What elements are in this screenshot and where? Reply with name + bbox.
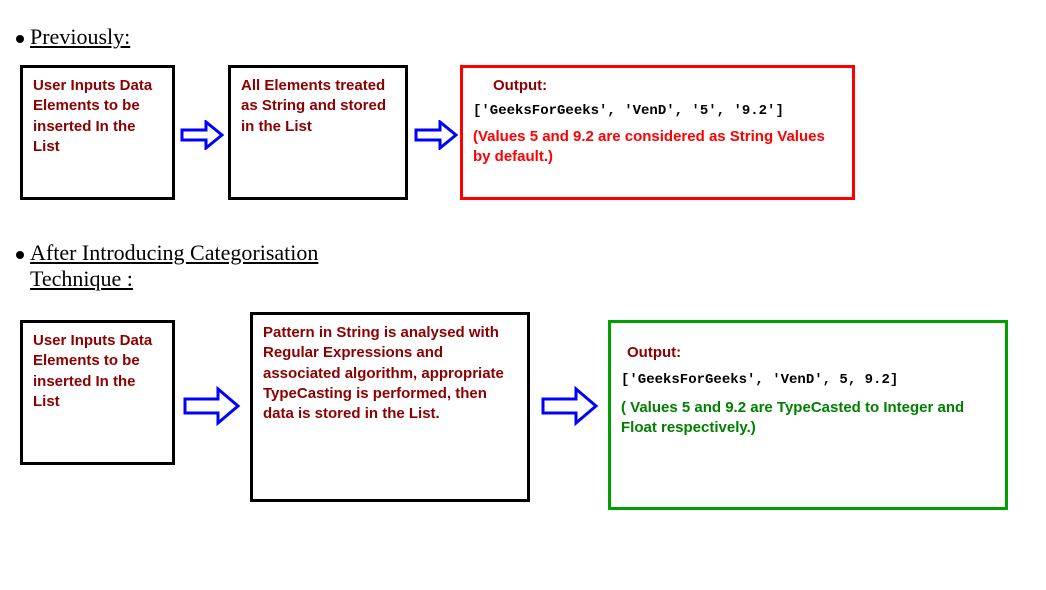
arrow-icon [182, 386, 242, 426]
s1-box-input-text: User Inputs Data Elements to be inserted… [33, 77, 152, 155]
s2-box-input-text: User Inputs Data Elements to be inserted… [33, 332, 152, 410]
s2-box-output: Output: ['GeeksForGeeks', 'VenD', 5, 9.2… [608, 320, 1008, 510]
section2-heading: After Introducing Categorisation Techniq… [16, 240, 318, 292]
s1-output-note: (Values 5 and 9.2 are considered as Stri… [473, 127, 842, 168]
arrow-icon [414, 120, 458, 150]
section2-heading-line2: Technique : [30, 266, 133, 291]
bullet-icon [16, 251, 24, 259]
s1-box-process-text: All Elements treated as String and store… [241, 77, 386, 135]
s2-output-code: ['GeeksForGeeks', 'VenD', 5, 9.2] [621, 371, 995, 390]
s2-output-label: Output: [627, 343, 995, 363]
s2-box-input: User Inputs Data Elements to be inserted… [20, 320, 175, 465]
arrow-icon [180, 120, 224, 150]
s1-output-label: Output: [493, 76, 842, 96]
s2-box-process-text: Pattern in String is analysed with Regul… [263, 324, 504, 422]
section2-heading-line1: After Introducing Categorisation [30, 240, 318, 265]
s1-output-code: ['GeeksForGeeks', 'VenD', '5', '9.2'] [473, 102, 842, 121]
s2-box-process: Pattern in String is analysed with Regul… [250, 312, 530, 502]
arrow-icon [540, 386, 600, 426]
s1-box-output: Output: ['GeeksForGeeks', 'VenD', '5', '… [460, 65, 855, 200]
s1-box-input: User Inputs Data Elements to be inserted… [20, 65, 175, 200]
section1-heading-text: Previously: [30, 24, 130, 49]
section1-heading: Previously: [16, 24, 130, 50]
s2-output-note: ( Values 5 and 9.2 are TypeCasted to Int… [621, 398, 995, 439]
bullet-icon [16, 35, 24, 43]
s1-box-process: All Elements treated as String and store… [228, 65, 408, 200]
